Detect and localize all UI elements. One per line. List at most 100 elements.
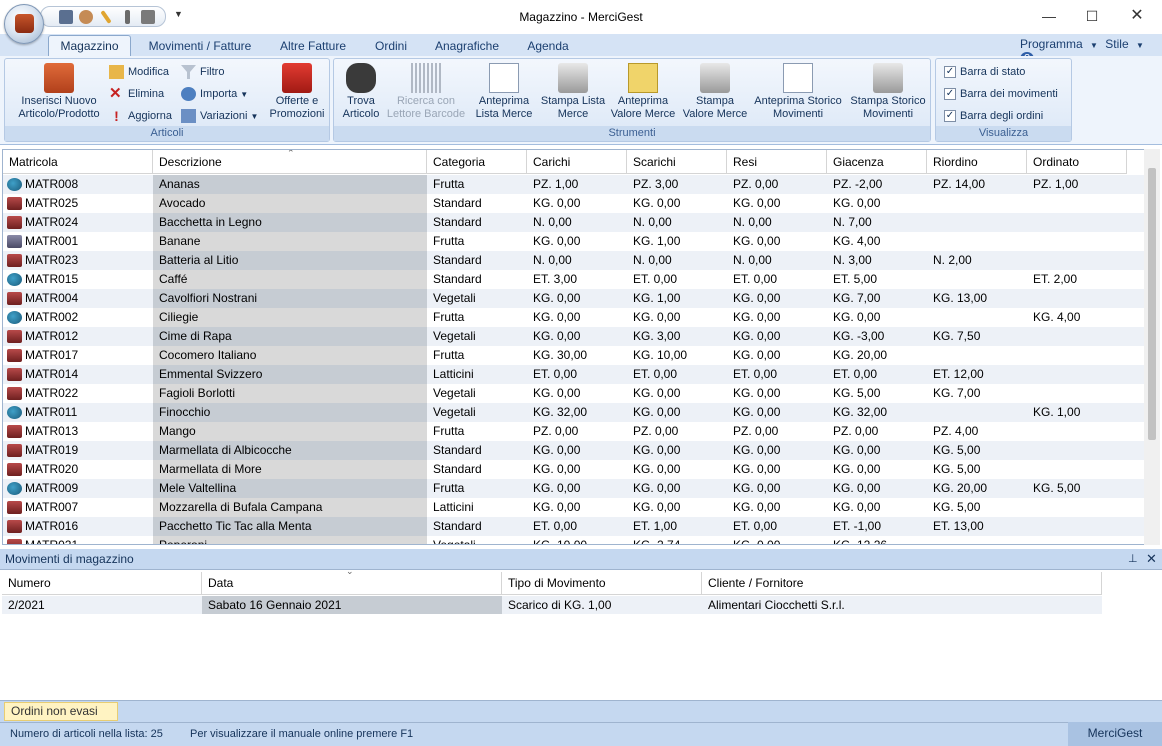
cell-carichi[interactable]: KG. 0,00	[527, 232, 627, 251]
tab-altre-fatture[interactable]: Altre Fatture	[272, 37, 354, 56]
col-header-8[interactable]: Ordinato	[1027, 150, 1127, 174]
cell-riordino[interactable]	[927, 403, 1027, 422]
table-row[interactable]: MATR012 Cime di Rapa Vegetali KG. 0,00 KG. 3…	[3, 327, 1145, 346]
cell-carichi[interactable]: PZ. 1,00	[527, 175, 627, 194]
cell-ordinato[interactable]	[1027, 365, 1127, 384]
cell-resi[interactable]: KG. 0,00	[727, 460, 827, 479]
cell-ordinato[interactable]	[1027, 460, 1127, 479]
cell-carichi[interactable]: N. 0,00	[527, 251, 627, 270]
cell-giacenza[interactable]: N. 7,00	[827, 213, 927, 232]
cell-matricola[interactable]: MATR017	[3, 346, 153, 365]
cell-giacenza[interactable]: KG. 0,00	[827, 479, 927, 498]
cell-categoria[interactable]: Frutta	[427, 346, 527, 365]
cell-descrizione[interactable]: Marmellata di More	[153, 460, 427, 479]
cell-carichi[interactable]: KG. 0,00	[527, 194, 627, 213]
anteprima-valore-button[interactable]: Anteprima Valore Merce	[608, 63, 678, 121]
cell-resi[interactable]: ET. 0,00	[727, 365, 827, 384]
cell-giacenza[interactable]: KG. 0,00	[827, 441, 927, 460]
cell-resi[interactable]: ET. 0,00	[727, 270, 827, 289]
cell-descrizione[interactable]: Fagioli Borlotti	[153, 384, 427, 403]
cell-matricola[interactable]: MATR011	[3, 403, 153, 422]
cell-scarichi[interactable]: KG. 0,00	[627, 498, 727, 517]
cell-scarichi[interactable]: KG. 1,00	[627, 232, 727, 251]
cell-carichi[interactable]: KG. 32,00	[527, 403, 627, 422]
cell-matricola[interactable]: MATR002	[3, 308, 153, 327]
cell-ordinato[interactable]: ET. 2,00	[1027, 270, 1127, 289]
cell-resi[interactable]: KG. 0,00	[727, 346, 827, 365]
cell-scarichi[interactable]: KG. 0,00	[627, 441, 727, 460]
cell-carichi[interactable]: ET. 0,00	[527, 365, 627, 384]
cell-categoria[interactable]: Frutta	[427, 175, 527, 194]
variazioni-button[interactable]: Variazioni ▼	[181, 107, 258, 125]
col-header-3[interactable]: Carichi	[527, 150, 627, 174]
cell-riordino[interactable]	[927, 270, 1027, 289]
cell-categoria[interactable]: Standard	[427, 213, 527, 232]
cell-categoria[interactable]: Vegetali	[427, 384, 527, 403]
cell-ordinato[interactable]: KG. 4,00	[1027, 308, 1127, 327]
cell-matricola[interactable]: MATR020	[3, 460, 153, 479]
cell-categoria[interactable]: Vegetali	[427, 536, 527, 544]
mov-col-numero[interactable]: Numero	[2, 572, 202, 595]
cell-matricola[interactable]: MATR016	[3, 517, 153, 536]
cell-ordinato[interactable]	[1027, 346, 1127, 365]
cell-riordino[interactable]: KG. 5,00	[927, 498, 1027, 517]
stampa-lista-button[interactable]: Stampa Lista Merce	[540, 63, 606, 121]
tab-movimenti-fatture[interactable]: Movimenti / Fatture	[140, 37, 260, 56]
cell-descrizione[interactable]: Marmellata di Albicocche	[153, 441, 427, 460]
cell-riordino[interactable]: ET. 12,00	[927, 365, 1027, 384]
mov-cell-data[interactable]: Sabato 16 Gennaio 2021	[202, 596, 502, 614]
cell-scarichi[interactable]: N. 0,00	[627, 213, 727, 232]
col-header-4[interactable]: Scarichi	[627, 150, 727, 174]
cell-scarichi[interactable]: KG. 2,74	[627, 536, 727, 544]
cell-giacenza[interactable]: ET. 5,00	[827, 270, 927, 289]
table-row[interactable]: MATR024 Bacchetta in Legno Standard N. 0,00…	[3, 213, 1145, 232]
cell-descrizione[interactable]: Cocomero Italiano	[153, 346, 427, 365]
barra-ordini-checkbox[interactable]: ✓ Barra degli ordini	[942, 107, 1043, 125]
cell-descrizione[interactable]: Mele Valtellina	[153, 479, 427, 498]
cell-giacenza[interactable]: KG. 5,00	[827, 384, 927, 403]
table-row[interactable]: MATR004 Cavolfiori Nostrani Vegetali KG. 0,…	[3, 289, 1145, 308]
barra-movimenti-checkbox[interactable]: ✓ Barra dei movimenti	[942, 85, 1058, 103]
cell-riordino[interactable]: KG. 13,00	[927, 289, 1027, 308]
cell-matricola[interactable]: MATR023	[3, 251, 153, 270]
stampa-valore-button[interactable]: Stampa Valore Merce	[678, 63, 752, 121]
cell-carichi[interactable]: KG. 0,00	[527, 441, 627, 460]
cell-descrizione[interactable]: Mango	[153, 422, 427, 441]
cell-matricola[interactable]: MATR012	[3, 327, 153, 346]
table-row[interactable]: MATR011 Finocchio Vegetali KG. 32,00 KG. 0,0…	[3, 403, 1145, 422]
cell-ordinato[interactable]	[1027, 251, 1127, 270]
cell-riordino[interactable]: PZ. 14,00	[927, 175, 1027, 194]
cell-carichi[interactable]: KG. 0,00	[527, 498, 627, 517]
cell-riordino[interactable]: ET. 13,00	[927, 517, 1027, 536]
cell-ordinato[interactable]: PZ. 1,00	[1027, 175, 1127, 194]
cell-ordinato[interactable]: KG. 1,00	[1027, 403, 1127, 422]
cell-categoria[interactable]: Standard	[427, 460, 527, 479]
cell-ordinato[interactable]	[1027, 422, 1127, 441]
cell-categoria[interactable]: Vegetali	[427, 403, 527, 422]
cell-categoria[interactable]: Frutta	[427, 422, 527, 441]
cell-giacenza[interactable]: KG. 0,00	[827, 194, 927, 213]
table-row[interactable]: MATR015 Caffé Standard ET. 3,00 ET. 0,00 ET. …	[3, 270, 1145, 289]
mov-col-cliente[interactable]: Cliente / Fornitore	[702, 572, 1102, 595]
mov-cell-tipo[interactable]: Scarico di KG. 1,00	[502, 596, 702, 614]
cell-ordinato[interactable]	[1027, 327, 1127, 346]
cell-resi[interactable]: KG. 0,00	[727, 479, 827, 498]
table-row[interactable]: MATR002 Ciliegie Frutta KG. 0,00 KG. 0,00 KG.…	[3, 308, 1145, 327]
cell-descrizione[interactable]: Cavolfiori Nostrani	[153, 289, 427, 308]
cell-categoria[interactable]: Frutta	[427, 479, 527, 498]
col-header-7[interactable]: Riordino	[927, 150, 1027, 174]
cell-descrizione[interactable]: Banane	[153, 232, 427, 251]
table-row[interactable]: MATR022 Fagioli Borlotti Vegetali KG. 0,00 K…	[3, 384, 1145, 403]
cell-resi[interactable]: PZ. 0,00	[727, 175, 827, 194]
cell-matricola[interactable]: MATR004	[3, 289, 153, 308]
cell-ordinato[interactable]	[1027, 517, 1127, 536]
cell-descrizione[interactable]: Batteria al Litio	[153, 251, 427, 270]
anteprima-storico-button[interactable]: Anteprima Storico Movimenti	[752, 63, 844, 121]
cell-giacenza[interactable]: KG. -3,00	[827, 327, 927, 346]
table-row[interactable]: MATR020 Marmellata di More Standard KG. 0,0…	[3, 460, 1145, 479]
tab-agenda[interactable]: Agenda	[520, 37, 576, 56]
cell-categoria[interactable]: Vegetali	[427, 289, 527, 308]
cell-carichi[interactable]: N. 0,00	[527, 213, 627, 232]
cell-riordino[interactable]: PZ. 4,00	[927, 422, 1027, 441]
table-row[interactable]: MATR013 Mango Frutta PZ. 0,00 PZ. 0,00 PZ. 0,…	[3, 422, 1145, 441]
